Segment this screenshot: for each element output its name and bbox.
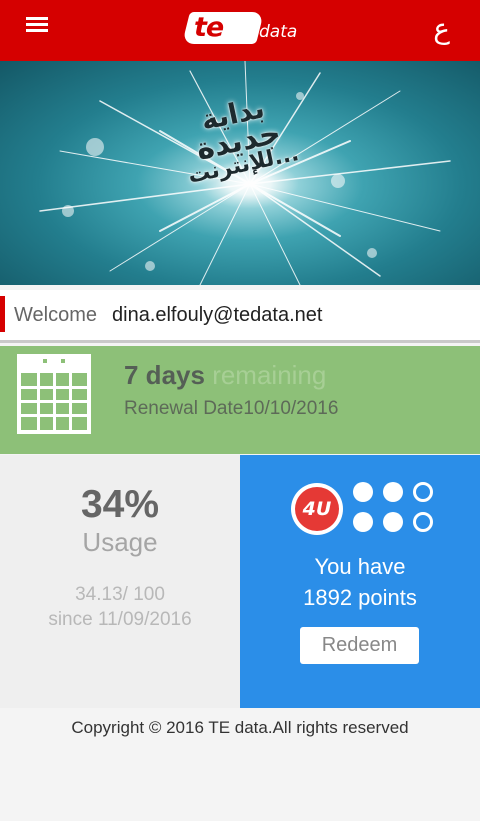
app-header: te data ع bbox=[0, 0, 480, 61]
usage-percent: 34% bbox=[80, 483, 160, 526]
usage-panel[interactable]: 34% Usage 34.13/ 100 since 11/09/2016 bbox=[0, 455, 240, 708]
points-intro: You have bbox=[314, 554, 406, 579]
copyright-footer: Copyright © 2016 TE data.All rights rese… bbox=[71, 718, 409, 737]
4u-logo-icon: 4U bbox=[291, 483, 343, 535]
hamburger-menu-icon[interactable] bbox=[26, 17, 48, 35]
welcome-label: Welcome bbox=[14, 304, 97, 326]
points-balance: 1892 points bbox=[303, 585, 417, 610]
days-remaining: 7 days remaining bbox=[124, 360, 326, 391]
language-toggle-button[interactable]: ع bbox=[433, 12, 450, 45]
welcome-accent-bar bbox=[0, 296, 5, 332]
4u-logo-text: 4U bbox=[295, 487, 339, 531]
dots-icon bbox=[353, 482, 433, 534]
logo-te-text: te bbox=[194, 12, 224, 43]
usage-label: Usage bbox=[82, 527, 158, 557]
renewal-date: Renewal Date10/10/2016 bbox=[124, 398, 339, 419]
usage-amount: 34.13/ 100 bbox=[75, 584, 165, 605]
loyalty-points-panel: 4U You have 1892 points Redeem bbox=[240, 455, 480, 708]
user-email: dina.elfouly@tedata.net bbox=[112, 304, 323, 326]
logo-data-text: data bbox=[259, 22, 298, 42]
days-remaining-word: remaining bbox=[212, 360, 327, 390]
usage-since-date: since 11/09/2016 bbox=[48, 609, 192, 630]
plan-renewal-panel[interactable]: 7 days remaining Renewal Date10/10/2016 bbox=[0, 346, 480, 454]
calendar-icon bbox=[17, 354, 91, 434]
welcome-bar: Welcome dina.elfouly@tedata.net bbox=[0, 290, 480, 343]
days-count: 7 days bbox=[124, 360, 205, 390]
promo-banner[interactable]: بداية جديدة للإنترنت... bbox=[0, 61, 480, 285]
redeem-button[interactable]: Redeem bbox=[300, 627, 419, 664]
te-data-logo: te data bbox=[182, 12, 298, 46]
